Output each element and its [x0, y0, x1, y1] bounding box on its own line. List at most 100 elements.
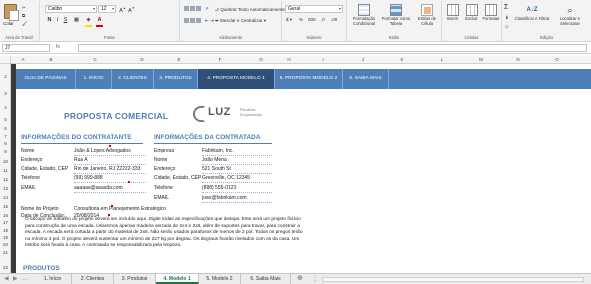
nav-guia-de-paginas[interactable]: GUIA DE PÁGINAS [16, 69, 76, 89]
underline-button[interactable]: S [62, 17, 69, 24]
sort-filter-button[interactable]: A↓Z Classificar e Filtrar [514, 4, 550, 22]
nav-clientes[interactable]: 2. CLIENTES [112, 69, 154, 89]
wrap-text-button[interactable]: ⮐ Quebrar Texto Automaticamente [215, 6, 285, 14]
italic-button[interactable]: I [54, 17, 61, 24]
fill-icon[interactable]: ⬇ [505, 15, 509, 21]
decrease-decimal-icon[interactable]: ,00 [331, 17, 337, 22]
row-header[interactable]: 19 [0, 235, 10, 240]
tab-scroll-left-icon[interactable]: ◀ [4, 274, 9, 284]
nav-produtos[interactable]: 3. PRODUTOS [154, 69, 198, 89]
tab-scroll-right-icon[interactable]: ▶ [13, 274, 18, 284]
contratante-value[interactable]: (99) 999-888 [74, 175, 103, 181]
number-format-select[interactable]: Geral ▾ [285, 5, 343, 13]
grow-font-icon[interactable]: A▲ [119, 5, 126, 14]
column-header[interactable]: B [44, 56, 58, 64]
clear-icon[interactable]: ◇ [505, 24, 508, 30]
name-box[interactable]: J7 [2, 44, 50, 52]
contratante-value[interactable]: Rua A [74, 157, 88, 163]
row-header[interactable]: 17 [0, 220, 10, 225]
select-all-corner[interactable] [0, 56, 11, 64]
orientation-icon[interactable]: ↗ [205, 6, 209, 12]
bold-button[interactable]: N [46, 17, 53, 24]
project-description[interactable]: O escopo de trabalho do projeto deverá s… [25, 217, 305, 250]
row-header[interactable]: 21 [0, 250, 10, 255]
currency-icon[interactable]: $ ▾ [286, 17, 292, 23]
merge-center-button[interactable]: ⬌ Mesclar e Centralizar ▾ [215, 18, 266, 24]
cell-styles-button[interactable]: Estilos de Célula [413, 4, 441, 27]
contratada-value[interactable]: Fabrikam, Inc. [202, 148, 234, 154]
contratante-value[interactable]: João & Lopes Advogados [74, 148, 131, 154]
tab-more-icon[interactable]: … [22, 274, 28, 284]
column-header[interactable]: H [282, 56, 296, 64]
project-name-value[interactable]: Consultoria em Planejamento Estratégico [74, 206, 166, 212]
column-header[interactable]: C [88, 56, 102, 64]
contratada-value[interactable]: joao@fabrikam.com [202, 195, 247, 201]
column-header[interactable]: E [172, 56, 186, 64]
format-painter-icon[interactable]: 🖌 [22, 21, 28, 27]
contratante-value[interactable]: aaaaaa@asasda.com [74, 185, 123, 191]
tab-inicio[interactable]: 1. Início [34, 274, 72, 284]
row-header[interactable]: 20 [0, 242, 10, 247]
column-header[interactable]: I [316, 56, 330, 64]
delete-button[interactable]: Excluir [462, 4, 481, 22]
shrink-font-icon[interactable]: A▼ [128, 5, 135, 14]
tab-clientes[interactable]: 2. Clientes [72, 274, 114, 284]
insert-button[interactable]: Inserir [443, 4, 462, 22]
formula-input[interactable] [78, 44, 587, 52]
column-header[interactable]: O [550, 56, 564, 64]
column-header[interactable]: M [474, 56, 488, 64]
row-header[interactable]: 14 [0, 195, 10, 200]
paste-icon[interactable] [4, 4, 19, 21]
font-color-icon[interactable]: A [96, 17, 103, 24]
row-header[interactable]: 2 [0, 74, 10, 79]
cut-icon[interactable]: ✂ [22, 5, 26, 11]
row-header[interactable]: 7 [0, 134, 10, 139]
contratada-value[interactable]: (888) 555-0123 [202, 185, 236, 191]
font-name-select[interactable]: Calibri ▾ [45, 5, 97, 13]
row-header[interactable]: 4 [0, 105, 10, 110]
tab-saiba-mais[interactable]: 6. Saiba Mais [241, 274, 291, 284]
column-header[interactable]: A [16, 56, 30, 64]
column-header[interactable]: D [135, 56, 149, 64]
row-header[interactable]: 15 [0, 204, 10, 209]
row-header[interactable]: 8 [0, 141, 10, 146]
tab-modelo-2[interactable]: 5. Modelo 2 [199, 274, 241, 284]
horizontal-scrollbar[interactable] [322, 277, 584, 282]
column-header[interactable]: L [435, 56, 449, 64]
row-header[interactable]: 18 [0, 228, 10, 233]
find-select-button[interactable]: ⌕ Localizar e Selecionar [551, 4, 589, 27]
column-header[interactable]: G [254, 56, 268, 64]
contratada-value[interactable]: João Mena [202, 157, 227, 163]
tab-produtos[interactable]: 3. Produtos [114, 274, 156, 284]
add-sheet-icon[interactable]: ⊕ [297, 274, 303, 284]
row-header[interactable]: 22 [0, 265, 10, 270]
row-header[interactable]: 10 [0, 159, 10, 164]
fill-color-icon[interactable]: ◈ [85, 17, 92, 24]
row-header[interactable]: 6 [0, 126, 10, 131]
percent-icon[interactable]: % [299, 17, 303, 22]
align-top-icon[interactable] [184, 6, 202, 12]
row-header[interactable]: 5 [0, 117, 10, 122]
autosum-icon[interactable]: Σ [504, 4, 508, 11]
column-header[interactable]: K [395, 56, 409, 64]
column-header[interactable]: F [213, 56, 227, 64]
tab-more-icon[interactable]: ⋮ [312, 274, 318, 284]
column-header[interactable]: N [511, 56, 525, 64]
row-header[interactable]: 9 [0, 149, 10, 154]
conditional-formatting-button[interactable]: Formatação Condicional [348, 4, 380, 27]
row-header[interactable]: 11 [0, 168, 10, 173]
align-left-icon[interactable] [184, 18, 202, 24]
row-header[interactable]: 16 [0, 213, 10, 218]
function-icon[interactable]: fx [56, 44, 60, 50]
nav-proposta-modelo-2[interactable]: 5. PROPOSTA MODELO 2 [275, 69, 343, 89]
indent-icon[interactable]: ⇤ ⇥ [205, 18, 214, 24]
column-header[interactable]: J [356, 56, 370, 64]
row-header[interactable]: 13 [0, 186, 10, 191]
tab-modelo-1[interactable]: 4. Modelo 1 [156, 274, 199, 284]
nav-saiba-mais[interactable]: 6. SAIBA MAIS [343, 69, 389, 89]
increase-decimal-icon[interactable]: ,0 [321, 17, 325, 22]
format-cells-button[interactable]: Formatar [481, 4, 501, 22]
font-size-select[interactable]: 12 ▾ [98, 5, 116, 13]
worksheet[interactable]: GUIA DE PÁGINAS 1. INÍCIO 2. CLIENTES 3.… [11, 64, 591, 273]
nav-inicio[interactable]: 1. INÍCIO [76, 69, 112, 89]
